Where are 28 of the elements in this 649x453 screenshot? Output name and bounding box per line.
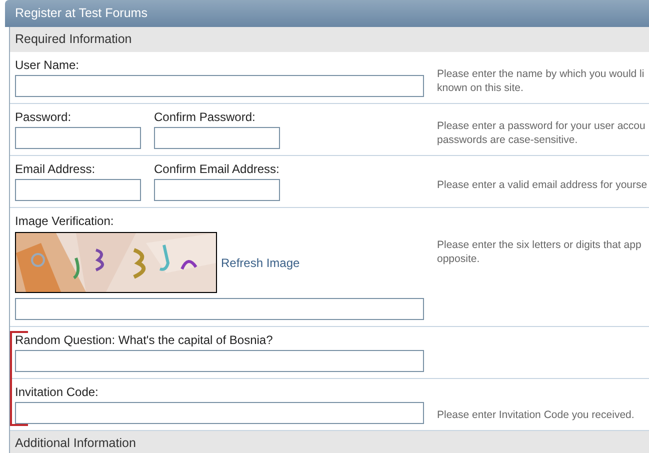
help-text: Please enter a password for your user accou bbox=[437, 118, 646, 132]
field-label: Random Question: What's the capital of Bosnia? bbox=[15, 333, 274, 349]
input-field[interactable] bbox=[154, 179, 280, 201]
help-text: known on this site. bbox=[437, 81, 524, 95]
help-text: Please enter the six letters or digits that app bbox=[437, 238, 642, 252]
help-text: passwords are case-sensitive. bbox=[437, 132, 579, 146]
field-label: User Name: bbox=[15, 58, 80, 74]
input-field[interactable] bbox=[15, 298, 424, 320]
section-heading: Additional Information bbox=[10, 431, 649, 453]
input-field[interactable] bbox=[15, 350, 424, 372]
field-label: Password: bbox=[15, 110, 72, 126]
form-header: Register at Test Forums bbox=[5, 0, 649, 27]
input-field[interactable] bbox=[15, 127, 141, 149]
input-field[interactable] bbox=[15, 75, 424, 97]
section-heading: Required Information bbox=[10, 27, 649, 52]
field-label: Email Address: bbox=[15, 162, 96, 178]
input-field[interactable] bbox=[154, 127, 280, 149]
input-field[interactable] bbox=[15, 179, 141, 201]
field-label: Invitation Code: bbox=[15, 385, 100, 401]
field-label: Confirm Password: bbox=[154, 110, 256, 126]
help-text: Please enter the name by which you would li bbox=[437, 67, 646, 81]
help-text: Please enter a valid email address for yourse bbox=[437, 178, 648, 192]
field-label: Image Verification: bbox=[15, 214, 115, 230]
help-text: Please enter Invitation Code you received. bbox=[437, 408, 636, 422]
help-text: opposite. bbox=[437, 252, 481, 266]
refresh-image-link[interactable]: Refresh Image bbox=[221, 256, 300, 270]
field-label: Confirm Email Address: bbox=[154, 162, 280, 178]
input-field[interactable] bbox=[15, 402, 424, 424]
